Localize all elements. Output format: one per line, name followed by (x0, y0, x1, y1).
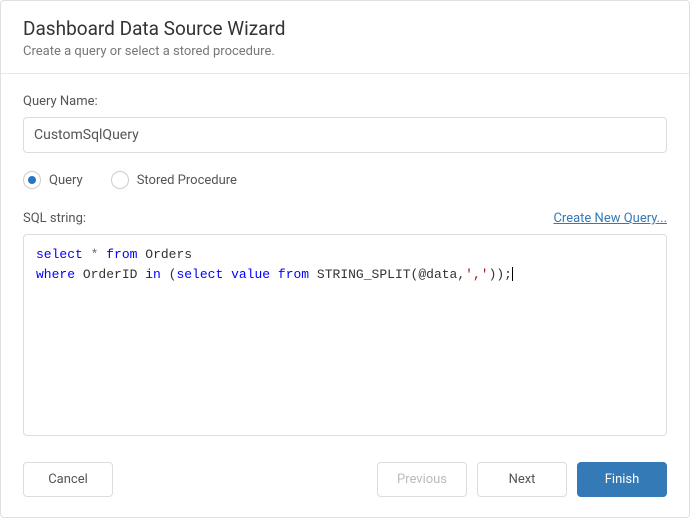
sql-editor[interactable]: select * from Orders where OrderID in (s… (23, 234, 667, 436)
query-name-label: Query Name: (23, 94, 667, 109)
create-new-query-link[interactable]: Create New Query... (553, 211, 667, 226)
sql-label: SQL string: (23, 211, 86, 226)
radio-stored-procedure-label: Stored Procedure (137, 173, 237, 188)
radio-query[interactable]: Query (23, 171, 83, 189)
radio-stored-procedure[interactable]: Stored Procedure (111, 171, 237, 189)
sql-header: SQL string: Create New Query... (23, 211, 667, 226)
next-button[interactable]: Next (477, 462, 567, 497)
wizard-content: Query Name: Query Stored Procedure SQL s… (1, 74, 689, 446)
footer-right: Previous Next Finish (377, 462, 667, 497)
cancel-button[interactable]: Cancel (23, 462, 113, 497)
wizard-footer: Cancel Previous Next Finish (1, 446, 689, 517)
wizard-subtitle: Create a query or select a stored proced… (23, 44, 667, 59)
radio-icon (23, 171, 41, 189)
mode-radio-group: Query Stored Procedure (23, 171, 667, 189)
finish-button[interactable]: Finish (577, 462, 667, 497)
radio-icon (111, 171, 129, 189)
query-name-input[interactable] (23, 117, 667, 153)
radio-query-label: Query (49, 173, 83, 188)
wizard-title: Dashboard Data Source Wizard (23, 17, 667, 40)
wizard-dialog: Dashboard Data Source Wizard Create a qu… (0, 0, 690, 518)
wizard-header: Dashboard Data Source Wizard Create a qu… (1, 1, 689, 74)
previous-button: Previous (377, 462, 467, 497)
